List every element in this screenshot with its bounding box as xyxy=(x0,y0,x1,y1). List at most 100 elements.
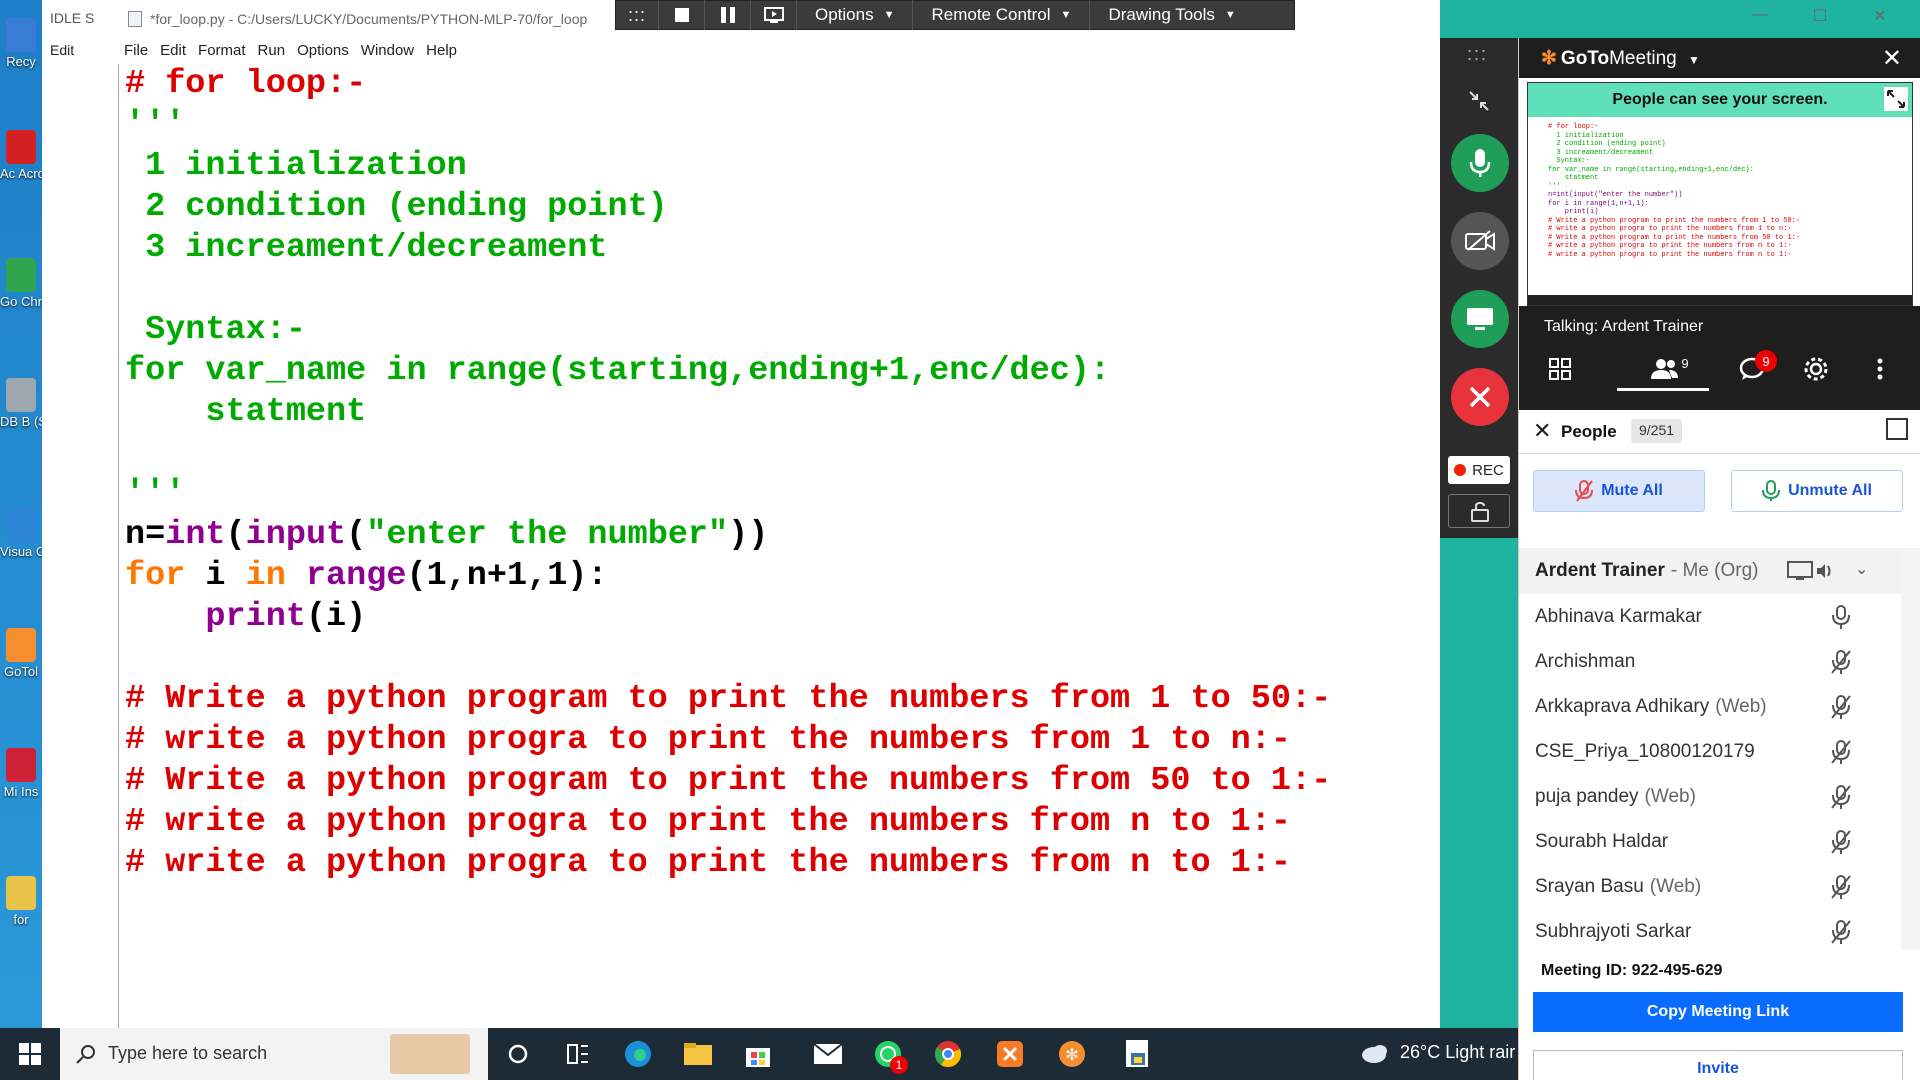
menu-window[interactable]: Window xyxy=(355,38,420,59)
collapse-icon[interactable] xyxy=(1468,90,1490,112)
participant-row[interactable]: Sourabh Haldar xyxy=(1519,819,1901,864)
lock-meeting-button[interactable] xyxy=(1448,494,1510,528)
desktop-icon[interactable]: DB B (SC xyxy=(0,378,42,430)
copy-meeting-link-button[interactable]: Copy Meeting Link xyxy=(1533,992,1903,1032)
participant-name-text: puja pandey xyxy=(1535,786,1639,807)
participant-row[interactable]: CSE_Priya_10800120179 xyxy=(1519,729,1901,774)
participant-row[interactable]: Abhinava Karmakar xyxy=(1519,594,1901,639)
expand-preview-icon[interactable] xyxy=(1884,87,1908,111)
menu-run[interactable]: Run xyxy=(252,38,292,59)
participant-scrollbar[interactable] xyxy=(1901,548,1920,950)
participant-me[interactable]: Ardent Trainer - Me (Org) ⌄ xyxy=(1519,548,1901,594)
options-menu[interactable]: Options ▼ xyxy=(796,0,912,30)
microphone-muted-icon[interactable] xyxy=(1829,649,1853,675)
close-panel-button[interactable]: ✕ xyxy=(1882,44,1902,73)
editor-menubar: File Edit Format Run Options Window Help xyxy=(118,38,1440,64)
idle-shell-menu-edit[interactable]: Edit xyxy=(42,38,121,64)
leave-meeting-button[interactable] xyxy=(1451,368,1509,426)
invite-button[interactable]: Invite xyxy=(1533,1050,1903,1080)
mute-all-button[interactable]: Mute All xyxy=(1533,470,1705,512)
code-editor[interactable]: # for loop:- ''' 1 initialization 2 condi… xyxy=(118,64,1440,1028)
desktop-icon[interactable]: Mi Ins xyxy=(0,748,42,800)
idle-shell-window[interactable]: IDLE S Edit xyxy=(42,0,122,1028)
microphone-muted-icon[interactable] xyxy=(1829,874,1853,900)
desktop-icon[interactable]: GoTol xyxy=(0,628,42,680)
participant-row[interactable]: Arkkaprava Adhikary (Web) xyxy=(1519,684,1901,729)
microphone-muted-icon[interactable] xyxy=(1829,829,1853,855)
taskbar-store[interactable] xyxy=(728,1028,788,1080)
microphone-muted-icon[interactable] xyxy=(1829,739,1853,765)
microphone-button[interactable] xyxy=(1451,134,1509,192)
microphone-muted-icon[interactable] xyxy=(1829,694,1853,720)
pause-sharing-button[interactable] xyxy=(704,0,750,30)
stop-sharing-button[interactable] xyxy=(658,0,704,30)
participant-web-tag: (Web) xyxy=(1649,876,1702,897)
desktop-icon[interactable]: for xyxy=(0,876,42,928)
participant-row[interactable]: puja pandey (Web) xyxy=(1519,774,1901,819)
remote-control-menu[interactable]: Remote Control ▼ xyxy=(912,0,1089,30)
desktop-icon[interactable]: Ac Acro xyxy=(0,130,42,182)
taskbar-mail[interactable] xyxy=(798,1028,858,1080)
code-line: print(i) xyxy=(125,597,1440,638)
desktop-icon[interactable]: Visua Co xyxy=(0,508,42,560)
participant-row[interactable]: Srayan Basu (Web) xyxy=(1519,864,1901,909)
close-people-button[interactable]: ✕ xyxy=(1533,418,1551,444)
record-button[interactable]: REC xyxy=(1448,456,1510,484)
desktop-icon-label: Mi Ins xyxy=(3,784,39,799)
participant-name: CSE_Priya_10800120179 xyxy=(1535,741,1755,763)
start-button[interactable] xyxy=(0,1028,60,1080)
taskbar-search[interactable]: Type here to search xyxy=(60,1028,488,1080)
minimize-button[interactable]: — xyxy=(1740,6,1780,30)
task-view-icon-button[interactable] xyxy=(548,1028,608,1080)
screen-select-button[interactable] xyxy=(750,0,796,30)
chevron-down-icon[interactable]: ⌄ xyxy=(1855,559,1868,579)
desktop-app-icon xyxy=(6,628,36,662)
microphone-icon[interactable] xyxy=(1829,604,1853,630)
tab-chat[interactable]: 9 xyxy=(1727,348,1777,390)
camera-button[interactable] xyxy=(1451,212,1509,270)
taskbar-whatsapp[interactable]: 1 xyxy=(858,1028,918,1080)
microphone-muted-icon[interactable] xyxy=(1829,919,1853,945)
close-window-button[interactable]: ✕ xyxy=(1860,6,1900,30)
tab-people[interactable]: 9 xyxy=(1635,348,1705,390)
mail-icon xyxy=(813,1043,843,1064)
menu-format[interactable]: Format xyxy=(192,38,252,59)
code-token: )) xyxy=(728,516,769,554)
taskbar-idle[interactable] xyxy=(1108,1028,1168,1080)
taskbar-file-explorer[interactable] xyxy=(668,1028,728,1080)
drag-handle-icon[interactable]: ::: xyxy=(616,5,658,26)
maximize-button[interactable]: ☐ xyxy=(1800,6,1840,30)
code-token: 1 initialization xyxy=(125,147,467,185)
taskbar-gotomeeting[interactable]: ✻ xyxy=(1042,1028,1102,1080)
cortana-icon xyxy=(508,1044,528,1064)
participant-list[interactable]: Ardent Trainer - Me (Org) ⌄ Abhinava Karm… xyxy=(1519,548,1901,950)
participant-row[interactable]: Archishman xyxy=(1519,639,1901,684)
code-token: # write a python progra to print the num… xyxy=(125,844,1291,882)
menu-edit[interactable]: Edit xyxy=(154,38,192,59)
folder-icon xyxy=(684,1043,712,1065)
stop-icon xyxy=(674,8,689,22)
desktop-icon[interactable]: Recy xyxy=(0,18,42,70)
drawing-tools-menu[interactable]: Drawing Tools ▼ xyxy=(1089,0,1253,30)
microphone-muted-icon[interactable] xyxy=(1829,784,1853,810)
idle-editor-window[interactable]: *for_loop.py - C:/Users/LUCKY/Documents/… xyxy=(118,0,1440,1028)
more-options-button[interactable] xyxy=(1855,348,1905,390)
taskbar-xampp[interactable] xyxy=(980,1028,1040,1080)
menu-options[interactable]: Options xyxy=(291,38,355,59)
participant-row[interactable]: Subhrajyoti Sarkar xyxy=(1519,909,1901,950)
rail-drag-icon[interactable]: ::: xyxy=(1467,44,1488,65)
taskbar-edge[interactable] xyxy=(608,1028,668,1080)
taskbar-chrome[interactable] xyxy=(918,1028,978,1080)
task-view-button[interactable] xyxy=(488,1028,548,1080)
participant-name: Arkkaprava Adhikary (Web) xyxy=(1535,696,1767,718)
popout-icon[interactable] xyxy=(1886,418,1908,440)
share-screen-button[interactable] xyxy=(1451,290,1509,348)
tab-settings[interactable] xyxy=(1791,348,1841,390)
desktop-icon[interactable]: Go Chr xyxy=(0,258,42,310)
menu-file[interactable]: File xyxy=(118,38,154,59)
tab-grid[interactable] xyxy=(1535,348,1585,390)
unmute-all-button[interactable]: Unmute All xyxy=(1731,470,1903,512)
menu-help[interactable]: Help xyxy=(420,38,463,59)
gotomeeting-menu[interactable]: ✻ GoToMeeting ▼ xyxy=(1541,47,1700,70)
